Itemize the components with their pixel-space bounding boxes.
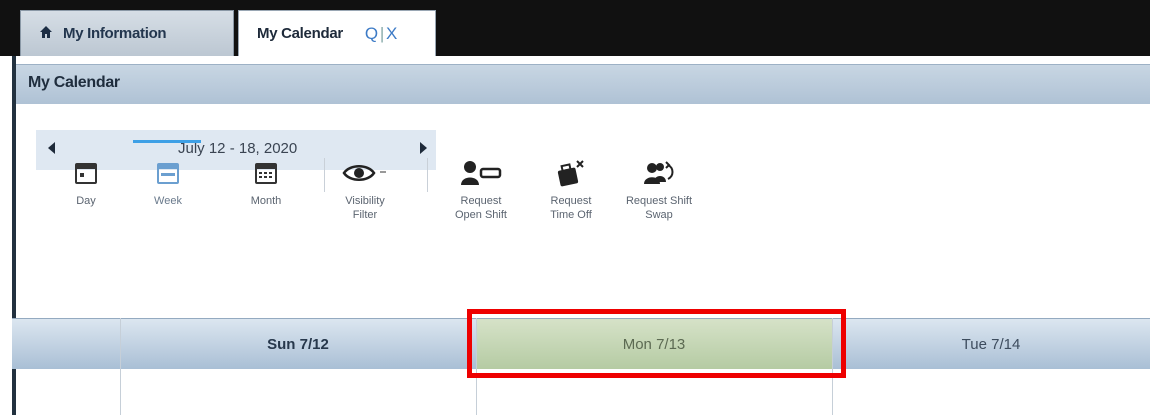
search-icon[interactable]: Q — [365, 24, 378, 43]
visibility-filter-button[interactable]: Visibility Filter — [320, 158, 410, 222]
day-label: Day — [76, 195, 96, 207]
swap-people-icon — [614, 158, 704, 188]
day-view-button[interactable]: Day — [41, 158, 131, 208]
tab-bar: My Information My Calendar Q | X — [0, 0, 1150, 56]
week-calendar-icon — [123, 158, 213, 188]
grid-line — [120, 318, 121, 415]
previous-arrow-icon[interactable] — [48, 142, 55, 154]
toolbar-divider — [427, 158, 428, 192]
tab-actions: Q | X — [364, 23, 398, 43]
selected-view-indicator — [133, 140, 201, 143]
request-time-off-button[interactable]: Request Time Off — [526, 158, 616, 222]
day-column-tue[interactable]: Tue 7/14 — [832, 319, 1150, 369]
close-icon[interactable]: X — [386, 24, 397, 43]
request-open-shift-label: Request Open Shift — [455, 195, 507, 221]
request-open-shift-button[interactable]: Request Open Shift — [436, 158, 526, 222]
tab-my-information[interactable]: My Information — [20, 10, 234, 56]
tab-label: My Information — [63, 25, 167, 42]
person-shift-icon — [436, 158, 526, 188]
home-icon — [39, 25, 53, 42]
week-label: Week — [154, 195, 182, 207]
month-label: Month — [250, 195, 282, 207]
tab-label: My Calendar — [257, 25, 343, 42]
month-calendar-icon — [221, 158, 311, 188]
week-view-button[interactable]: Week — [123, 158, 213, 208]
next-arrow-icon[interactable] — [420, 142, 427, 154]
annotation-highlight-box — [467, 309, 846, 378]
suitcase-icon — [526, 158, 616, 188]
day-calendar-icon — [41, 158, 131, 188]
eye-icon — [320, 158, 410, 188]
month-view-button[interactable]: Month — [221, 158, 311, 208]
visibility-filter-label: Visibility Filter — [345, 195, 385, 221]
tab-my-calendar[interactable]: My Calendar Q | X — [238, 10, 436, 56]
request-time-off-label: Request Time Off — [550, 195, 592, 221]
panel-title: My Calendar — [28, 74, 120, 91]
panel-header: My Calendar — [16, 64, 1150, 104]
request-shift-swap-label: Request Shift Swap — [625, 195, 693, 221]
day-column-sun[interactable]: Sun 7/12 — [120, 319, 476, 369]
request-shift-swap-button[interactable]: Request Shift Swap — [614, 158, 704, 222]
